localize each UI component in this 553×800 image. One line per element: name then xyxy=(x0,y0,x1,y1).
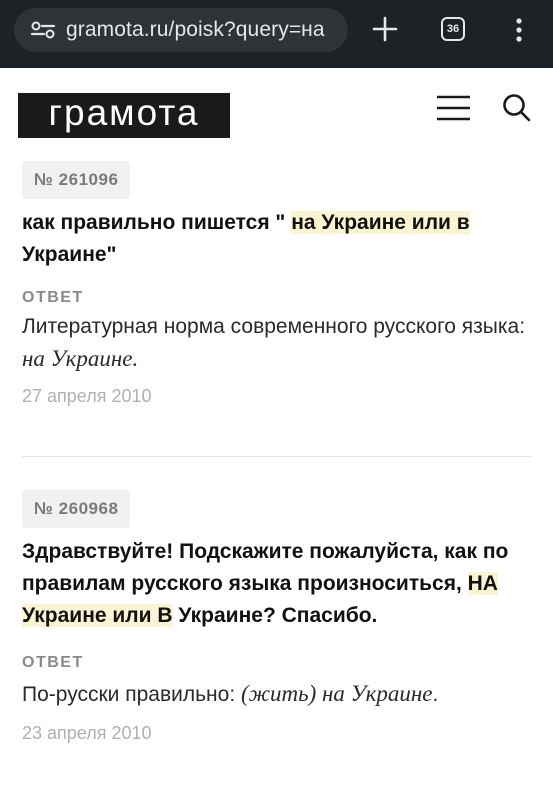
search-highlight: на Украине или в xyxy=(291,211,470,234)
question-text[interactable]: как правильно пишется " на Украине или в… xyxy=(22,207,537,271)
search-icon[interactable] xyxy=(501,92,531,122)
more-options-icon[interactable] xyxy=(509,15,529,45)
answer-plain: По-русски правильно: xyxy=(22,683,241,706)
answer-date: 23 апреля 2010 xyxy=(22,723,152,743)
browser-toolbar: gramota.ru/poisk?query=на 36 xyxy=(0,0,553,68)
qa-entry: № 261096 как правильно пишется " на Укра… xyxy=(22,161,537,407)
answer-label: ОТВЕТ xyxy=(22,289,84,306)
answer-italic: на Украине. xyxy=(22,346,139,371)
entry-divider xyxy=(22,456,531,457)
answer-italic: (жить) на Украине xyxy=(240,681,433,706)
question-text-part: Украине" xyxy=(22,243,117,266)
answer-plain-end: . xyxy=(432,683,439,706)
url-text[interactable]: gramota.ru/poisk?query=на xyxy=(66,18,348,42)
new-tab-icon[interactable] xyxy=(370,14,400,44)
answer-text: По-русски правильно: (жить) на Украине. xyxy=(22,678,537,711)
question-text-part: Здравствуйте! Подскажите пожалуйста, как… xyxy=(22,540,509,595)
question-text-part: Украине? Спасибо. xyxy=(172,604,378,627)
question-number-badge[interactable]: № 261096 xyxy=(22,161,131,199)
menu-icon[interactable] xyxy=(436,95,471,121)
tab-count: 36 xyxy=(446,23,460,35)
answer-text: Литературная норма современного русского… xyxy=(22,311,537,376)
tab-switcher-button[interactable]: 36 xyxy=(441,17,465,41)
answer-label: ОТВЕТ xyxy=(22,654,84,671)
qa-entry: № 260968 Здравствуйте! Подскажите пожалу… xyxy=(22,490,537,744)
question-text-part: как правильно пишется " xyxy=(22,211,292,234)
address-bar[interactable]: gramota.ru/poisk?query=на xyxy=(14,8,348,52)
question-number-badge[interactable]: № 260968 xyxy=(22,490,131,528)
question-text[interactable]: Здравствуйте! Подскажите пожалуйста, как… xyxy=(22,536,537,632)
site-settings-icon[interactable] xyxy=(30,20,56,40)
answer-plain: Литературная норма современного русского… xyxy=(22,315,526,338)
answer-date: 27 апреля 2010 xyxy=(22,386,152,406)
logo-text: грамота xyxy=(48,92,200,133)
site-logo[interactable]: грамота xyxy=(18,92,230,138)
